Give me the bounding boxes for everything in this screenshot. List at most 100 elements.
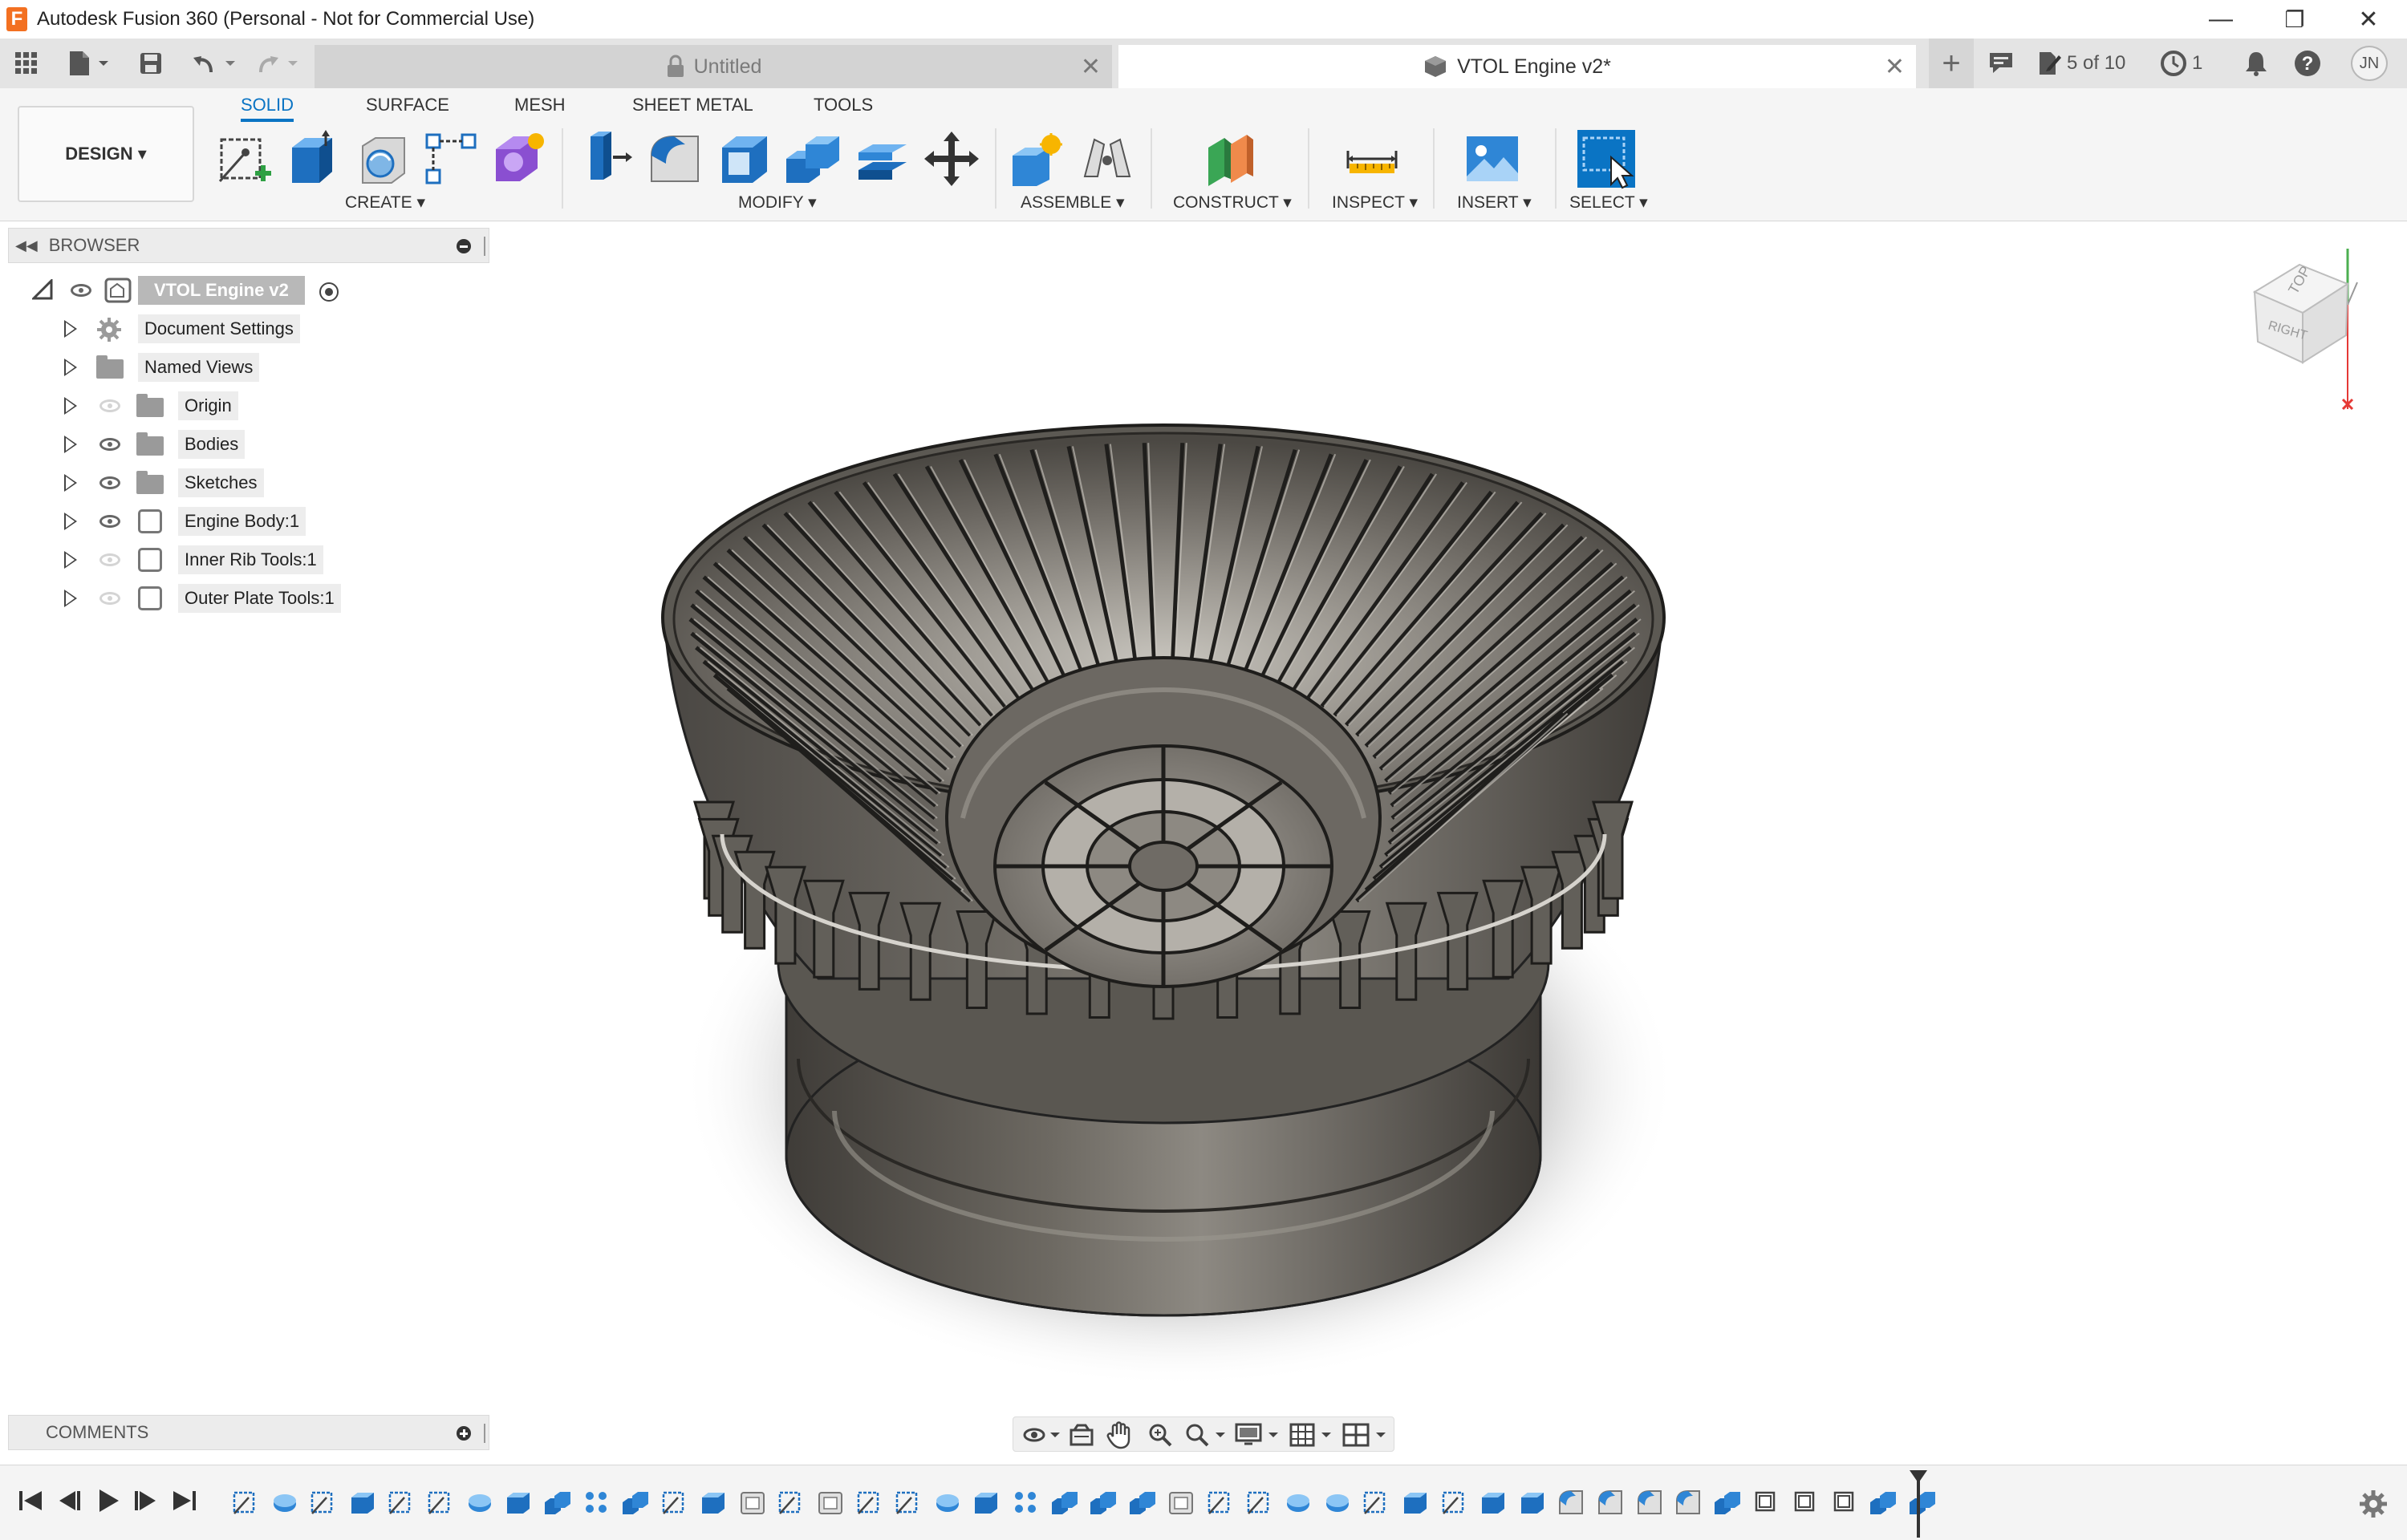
timeline-extrude-feature-icon[interactable] xyxy=(972,1488,1001,1517)
fillet-icon[interactable] xyxy=(645,128,706,189)
tree-item-named-views[interactable]: Named Views xyxy=(0,353,481,382)
display-settings-icon[interactable] xyxy=(1235,1422,1281,1448)
timeline-extrude-feature-icon[interactable] xyxy=(504,1488,533,1517)
visibility-eye-icon[interactable] xyxy=(99,515,120,528)
tab-close-icon[interactable]: ✕ xyxy=(1885,53,1905,81)
timeline-offset-feature-icon[interactable] xyxy=(1751,1488,1780,1517)
zoom-window-icon[interactable] xyxy=(1147,1422,1174,1448)
visibility-eye-hidden-icon[interactable] xyxy=(99,592,120,605)
tab-vtol-engine[interactable]: VTOL Engine v2* ✕ xyxy=(1118,45,1916,88)
tree-item-inner-rib-tools[interactable]: Inner Rib Tools:1 xyxy=(0,545,481,574)
tab-close-icon[interactable]: ✕ xyxy=(1081,53,1101,81)
alerts-button[interactable] xyxy=(2240,38,2272,88)
insert-canvas-icon[interactable] xyxy=(1462,128,1523,189)
grid-snaps-icon[interactable] xyxy=(1289,1422,1336,1448)
pattern-icon[interactable] xyxy=(420,128,481,189)
timeline-sketch-feature-icon[interactable] xyxy=(309,1488,338,1517)
tab-sheet-metal[interactable]: SHEET METAL xyxy=(632,95,753,116)
offset-face-icon[interactable] xyxy=(852,128,913,189)
redo-button[interactable] xyxy=(252,38,308,88)
combine-icon[interactable] xyxy=(783,128,844,189)
timeline-combine-feature-icon[interactable] xyxy=(1869,1488,1898,1517)
timeline-revolve-feature-icon[interactable] xyxy=(1323,1488,1352,1517)
browser-header[interactable]: ◀◀ BROWSER xyxy=(8,228,489,263)
timeline-offset-feature-icon[interactable] xyxy=(1830,1488,1859,1517)
timeline-sketch-feature-icon[interactable] xyxy=(777,1488,806,1517)
save-button[interactable] xyxy=(135,38,167,88)
timeline-revolve-feature-icon[interactable] xyxy=(933,1488,962,1517)
expand-triangle-icon[interactable] xyxy=(64,397,77,415)
visibility-eye-icon[interactable] xyxy=(99,476,120,489)
expand-triangle-icon[interactable] xyxy=(64,359,77,376)
timeline-fillet-feature-icon[interactable] xyxy=(1635,1488,1664,1517)
orbit-icon[interactable] xyxy=(1021,1422,1061,1448)
view-cube[interactable]: TOP RIGHT xyxy=(2247,241,2367,417)
timeline-step-back-icon[interactable] xyxy=(53,1485,85,1517)
comments-resize-handle[interactable] xyxy=(484,1424,485,1443)
timeline-revolve-feature-icon[interactable] xyxy=(1284,1488,1313,1517)
timeline-sketch-feature-icon[interactable] xyxy=(1245,1488,1274,1517)
assemble-group-label[interactable]: ASSEMBLE ▾ xyxy=(1021,192,1125,213)
timeline-fillet-feature-icon[interactable] xyxy=(1674,1488,1703,1517)
zoom-icon[interactable] xyxy=(1183,1422,1227,1448)
tab-tools[interactable]: TOOLS xyxy=(814,95,873,116)
timeline-go-to-end-icon[interactable] xyxy=(168,1485,201,1517)
browser-minimize-icon[interactable] xyxy=(457,239,471,253)
tree-item-outer-plate-tools[interactable]: Outer Plate Tools:1 xyxy=(0,584,481,613)
tree-item-sketches[interactable]: Sketches xyxy=(0,468,481,497)
comments-panel-header[interactable]: COMMENTS xyxy=(8,1415,489,1450)
comments-toggle-button[interactable] xyxy=(1983,38,2019,88)
timeline-pattern-feature-icon[interactable] xyxy=(1011,1488,1040,1517)
undo-button[interactable] xyxy=(188,38,244,88)
timeline-sketch-feature-icon[interactable] xyxy=(660,1488,689,1517)
timeline-fillet-feature-icon[interactable] xyxy=(1596,1488,1625,1517)
timeline-combine-feature-icon[interactable] xyxy=(1089,1488,1118,1517)
viewports-icon[interactable] xyxy=(1342,1422,1392,1448)
timeline-sketch-feature-icon[interactable] xyxy=(1362,1488,1390,1517)
create-sketch-icon[interactable] xyxy=(213,128,274,189)
collapse-triangle-icon[interactable] xyxy=(32,279,53,300)
timeline-go-to-start-icon[interactable] xyxy=(14,1485,47,1517)
timeline-sketch-feature-icon[interactable] xyxy=(387,1488,416,1517)
timeline-revolve-feature-icon[interactable] xyxy=(465,1488,494,1517)
tree-item-bodies[interactable]: Bodies xyxy=(0,430,481,459)
expand-triangle-icon[interactable] xyxy=(64,436,77,453)
press-pull-icon[interactable] xyxy=(576,128,637,189)
collapse-browser-icon[interactable]: ◀◀ xyxy=(15,237,38,254)
notification-button[interactable]: 1 xyxy=(2160,38,2211,88)
data-panel-button[interactable] xyxy=(8,38,45,88)
timeline-fillet-feature-icon[interactable] xyxy=(1557,1488,1585,1517)
timeline-settings-gear-icon[interactable] xyxy=(2357,1488,2389,1520)
timeline-play-icon[interactable] xyxy=(91,1485,124,1517)
extrude-icon[interactable] xyxy=(282,128,343,189)
pan-hand-icon[interactable] xyxy=(1106,1420,1134,1449)
timeline-combine-feature-icon[interactable] xyxy=(1128,1488,1157,1517)
tab-untitled[interactable]: Untitled ✕ xyxy=(315,45,1112,88)
help-button[interactable]: ? xyxy=(2291,38,2324,88)
activate-radio-icon[interactable] xyxy=(319,282,339,302)
timeline-sketch-feature-icon[interactable] xyxy=(426,1488,455,1517)
create-form-icon[interactable] xyxy=(489,128,550,189)
visibility-eye-icon[interactable] xyxy=(99,438,120,451)
visibility-eye-hidden-icon[interactable] xyxy=(99,553,120,566)
timeline-sketch-feature-icon[interactable] xyxy=(231,1488,260,1517)
timeline-offset-feature-icon[interactable] xyxy=(1791,1488,1820,1517)
timeline-combine-feature-icon[interactable] xyxy=(1050,1488,1079,1517)
tree-item-document-settings[interactable]: Document Settings xyxy=(0,314,481,343)
timeline-sketch-feature-icon[interactable] xyxy=(1206,1488,1235,1517)
tree-root-row[interactable]: VTOL Engine v2 xyxy=(0,276,481,305)
timeline-extrude-feature-icon[interactable] xyxy=(1518,1488,1547,1517)
timeline-shell-feature-icon[interactable] xyxy=(1167,1488,1195,1517)
workspace-switcher[interactable]: DESIGN ▾ xyxy=(18,106,194,202)
timeline-extrude-feature-icon[interactable] xyxy=(1479,1488,1508,1517)
modify-group-label[interactable]: MODIFY ▾ xyxy=(738,192,817,213)
visibility-eye-icon[interactable] xyxy=(71,284,91,297)
expand-triangle-icon[interactable] xyxy=(64,551,77,569)
timeline-combine-feature-icon[interactable] xyxy=(1713,1488,1742,1517)
close-button[interactable]: ✕ xyxy=(2332,0,2405,38)
timeline-sketch-feature-icon[interactable] xyxy=(855,1488,884,1517)
timeline-extrude-feature-icon[interactable] xyxy=(1401,1488,1430,1517)
timeline-shell-feature-icon[interactable] xyxy=(738,1488,767,1517)
shell-icon[interactable] xyxy=(714,128,775,189)
timeline-sketch-feature-icon[interactable] xyxy=(894,1488,923,1517)
